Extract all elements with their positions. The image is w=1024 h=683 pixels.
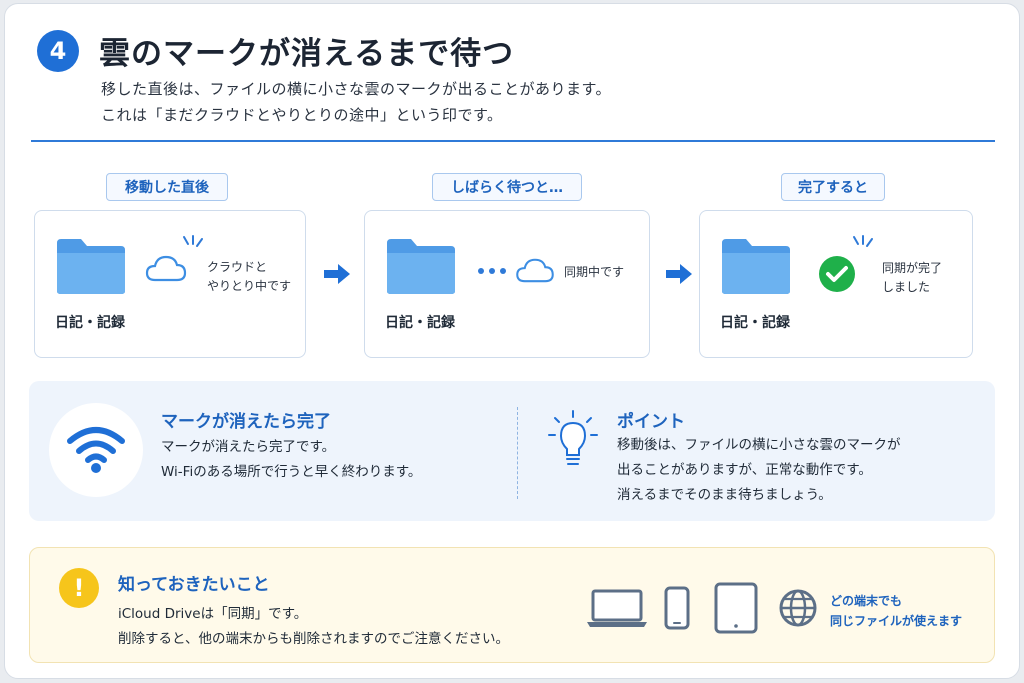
devices-note-line2: 同じファイルが使えます	[830, 614, 963, 628]
stage-note-line1: 同期が完了	[882, 261, 943, 275]
instruction-page: 4 雲のマークが消えるまで待つ 移した直後は、ファイルの横に小さな雲のマークが出…	[4, 3, 1020, 679]
folder-icon	[722, 239, 790, 294]
warning-heading: 知っておきたいこと	[118, 575, 270, 595]
progress-dots-icon	[478, 268, 506, 274]
folder-name: 日記・記録	[385, 315, 455, 331]
warning-line1: iCloud Driveは「同期」です。	[118, 606, 308, 622]
laptop-icon	[587, 589, 647, 627]
warning-text: iCloud Driveは「同期」です。 削除すると、他の端末からも削除されます…	[118, 602, 509, 652]
arrow-right-icon	[324, 264, 350, 284]
info-right-heading: ポイント	[617, 412, 685, 432]
stage-label-just-moved: 移動した直後	[106, 173, 228, 201]
sparkle-lines-icon	[853, 235, 873, 247]
devices-note: どの端末でも 同じファイルが使えます	[830, 591, 962, 631]
warning-panel: ! 知っておきたいこと iCloud Driveは「同期」です。 削除すると、他…	[29, 547, 995, 663]
exclamation-icon: !	[59, 568, 99, 608]
folder-name: 日記・記録	[55, 315, 125, 331]
stage-label-complete: 完了すると	[781, 173, 885, 201]
stage-note-line2: しました	[882, 280, 931, 294]
wifi-icon	[67, 427, 125, 473]
stage-card-complete: 日記・記録 同期が完了 しました	[699, 210, 973, 358]
smartphone-icon	[664, 586, 690, 630]
stage-note-line1: 同期中です	[564, 265, 625, 279]
devices-note-line1: どの端末でも	[830, 594, 903, 608]
info-left-line2: Wi-Fiのある場所で行うと早く終わります。	[161, 464, 422, 480]
stage-note: クラウドと やりとり中です	[207, 258, 291, 296]
tablet-icon	[714, 582, 758, 634]
cloud-outline-icon	[145, 255, 187, 282]
stage-card-just-moved: 日記・記録 クラウドと やりとり中です	[34, 210, 306, 358]
header-divider	[31, 140, 995, 142]
info-divider	[517, 407, 518, 499]
arrow-right-icon	[666, 264, 692, 284]
info-panel: マークが消えたら完了 マークが消えたら完了です。 Wi-Fiのある場所で行うと早…	[29, 381, 995, 521]
step-number-badge: 4	[37, 30, 79, 72]
info-right-line3: 消えるまでそのまま待ちましょう。	[617, 487, 832, 503]
stage-note: 同期中です	[564, 263, 624, 282]
info-left-line1: マークが消えたら完了です。	[161, 439, 336, 455]
wifi-badge	[49, 403, 143, 497]
info-left-heading: マークが消えたら完了	[161, 412, 331, 432]
stage-card-wait: 日記・記録 同期中です	[364, 210, 650, 358]
info-right-line2: 出ることがありますが、正常な動作です。	[617, 462, 872, 478]
stage-note-line1: クラウドと	[207, 260, 268, 274]
info-right-line1: 移動後は、ファイルの横に小さな雲のマークが	[617, 437, 901, 453]
lightbulb-icon	[548, 410, 598, 465]
info-left-text: マークが消えたら完了です。 Wi-Fiのある場所で行うと早く終わります。	[161, 435, 421, 485]
stage-note-line2: やりとり中です	[207, 279, 292, 293]
lead-text-line1: 移した直後は、ファイルの横に小さな雲のマークが出ることがあります。	[101, 80, 612, 98]
globe-icon	[779, 589, 817, 627]
folder-name: 日記・記録	[720, 315, 790, 331]
lead-text-line2: これは「まだクラウドとやりとりの途中」という印です。	[101, 106, 503, 124]
sparkle-lines-icon	[183, 235, 203, 247]
warning-line2: 削除すると、他の端末からも削除されますのでご注意ください。	[118, 631, 509, 647]
stage-note: 同期が完了 しました	[882, 259, 942, 297]
cloud-outline-icon	[516, 258, 554, 283]
info-right-text: 移動後は、ファイルの横に小さな雲のマークが 出ることがありますが、正常な動作です…	[617, 433, 901, 508]
folder-icon	[387, 239, 455, 294]
folder-icon	[57, 239, 125, 294]
stage-label-wait: しばらく待つと…	[432, 173, 582, 201]
green-check-icon	[819, 256, 855, 292]
page-title: 雲のマークが消えるまで待つ	[99, 36, 515, 72]
